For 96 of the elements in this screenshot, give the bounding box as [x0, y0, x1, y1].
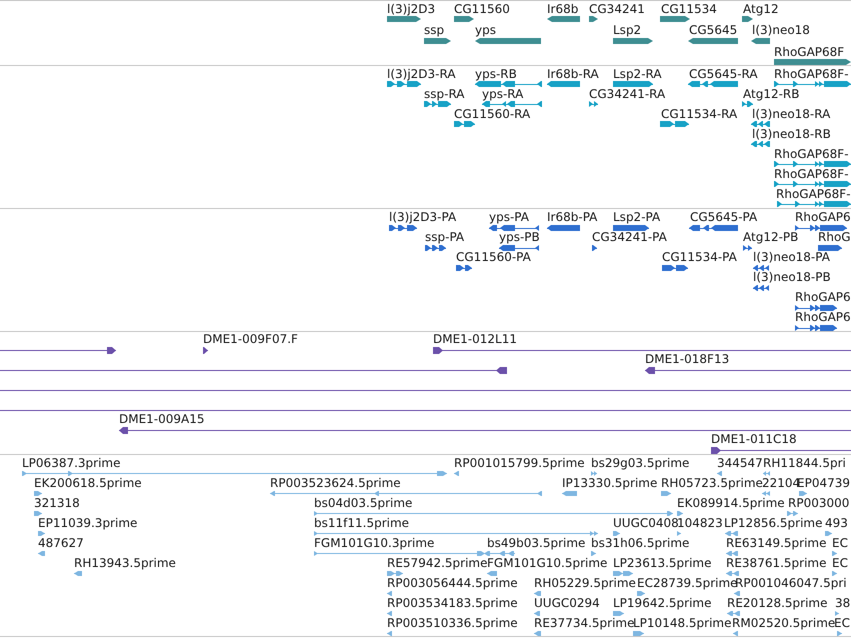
protein-label: l(3)neo18-PB [753, 270, 831, 284]
transcript-label: CG11534-RA [661, 106, 738, 121]
est-label: RP003534183.5prime [387, 596, 518, 610]
protein-label: yps-PB [499, 230, 540, 244]
est-label: EC [834, 616, 850, 630]
est-label: LP12856.5prime [724, 516, 823, 530]
est-label: IP13330.5prime [562, 476, 658, 490]
est-label: RH05229.5prime [534, 576, 636, 590]
est-label: 344547 [717, 456, 763, 470]
transcript-label: l(3)neo18-RB [752, 126, 831, 141]
transcript-label: Ir68b-RA [547, 66, 599, 81]
est-label: FGM101G10.3prime [314, 536, 434, 550]
clone-label: DME1-018F13 [645, 352, 730, 366]
protein-label: CG5645-PA [690, 210, 758, 224]
transcript-label: l(3)neo18-RA [752, 106, 830, 121]
transcript-label: yps-RA [482, 86, 524, 101]
est-label: bs11f11.5prime [314, 516, 410, 530]
protein-label: l(3)neo18-PA [753, 250, 830, 264]
est-label: RP001046047.5pri [735, 576, 847, 590]
protein-label: l(3)j2D3-PA [389, 210, 456, 224]
est-label: EC [832, 556, 848, 570]
est-label: FGM101G10.5prime [487, 556, 608, 570]
transcript-label: CG11560-RA [454, 106, 530, 121]
est-label: EC [832, 536, 848, 550]
protein-label: RhoGAP6 [795, 310, 851, 324]
est-label: RE37734.5prime [534, 616, 634, 630]
est-label: LP06387.3prime [22, 456, 121, 470]
est-label: RP001015799.5prime [454, 456, 585, 470]
clone-label: DME1-012L11 [433, 332, 517, 346]
gene-label: ssp [424, 23, 444, 37]
transcript-label: RhoGAP68F- [774, 66, 849, 81]
est-label: LP10148.5prime [633, 616, 732, 630]
protein-label: ssp-PA [425, 230, 464, 244]
gene-label: CG34241 [589, 2, 645, 16]
protein-label: Ir68b-PA [547, 210, 598, 224]
est-label: bs29g03.5prime [591, 456, 690, 470]
est-label: RH05723.5prime [661, 476, 763, 490]
transcript-label: RhoGAP68F- [774, 146, 849, 161]
est-label: 321318 [34, 496, 80, 510]
protein-label: Lsp2-PA [613, 210, 660, 224]
gene-label: yps [475, 23, 496, 37]
est-label: RE63149.5prime [726, 536, 826, 550]
est-label: LP19642.5prime [613, 596, 712, 610]
protein-label: yps-PA [489, 210, 529, 224]
gene-label: CG11534 [661, 2, 717, 16]
est-label: RP003056444.5prime [387, 576, 518, 590]
transcript-label: CG5645-RA [689, 66, 758, 81]
transcript-label: ssp-RA [424, 86, 465, 101]
gene-label: l(3)neo18 [752, 23, 810, 37]
gene-label: Lsp2 [613, 23, 642, 37]
transcript-label: RhoGAP68F- [774, 166, 849, 181]
gene-label: CG11560 [454, 2, 510, 16]
clone-label: DME1-009F07.F [203, 332, 298, 346]
transcript-label: l(3)j2D3-RA [387, 66, 456, 81]
est-label: 38 [835, 596, 850, 610]
est-label: RE57942.5prime [387, 556, 488, 570]
est-label: UUGC0294 [534, 596, 600, 610]
est-label: EC28739.5prime [637, 576, 738, 590]
protein-label: CG11560-PA [456, 250, 531, 264]
est-label: RE20128.5prime [727, 596, 828, 610]
clone-label: DME1-009A15 [119, 412, 205, 426]
est-label: RP003000 [788, 496, 850, 510]
est-label: 487627 [38, 536, 84, 550]
protein-label: CG34241-PA [592, 230, 667, 244]
gene-label: Ir68b [547, 2, 578, 16]
est-label: EK200618.5prime [34, 476, 142, 490]
transcript-label: Atg12-RB [743, 86, 800, 101]
est-label: 493 [825, 516, 848, 530]
est-label: EK089914.5prime [677, 496, 785, 510]
transcript-label: RhoGAP68F- [776, 186, 851, 201]
est-label: RM02520.5prime [732, 616, 836, 630]
est-label: bs31h06.5prime [591, 536, 690, 550]
gene-label: CG5645 [689, 23, 738, 37]
protein-label: CG11534-PA [662, 250, 737, 264]
protein-label: Atg12-PB [743, 230, 798, 244]
protein-label: RhoGAP6 [795, 210, 851, 224]
gene-label: RhoGAP68F [774, 44, 844, 58]
est-label: RH11844.5pri [763, 456, 846, 470]
clone-label: DME1-011C18 [711, 432, 797, 446]
est-label: RE38761.5prime [726, 556, 826, 570]
gene-label: l(3)j2D3 [387, 2, 436, 16]
est-label: LP23613.5prime [613, 556, 712, 570]
est-label: 104823 [677, 516, 723, 530]
transcript-label: CG34241-RA [589, 86, 666, 101]
est-label: RH13943.5prime [74, 556, 176, 570]
est-label: bs04d03.5prime [314, 496, 412, 510]
transcript-label: Lsp2-RA [613, 66, 662, 81]
est-label: EP11039.3prime [38, 516, 138, 530]
transcript-label: yps-RB [475, 66, 517, 81]
protein-label: RhoGAP6 [795, 290, 851, 304]
est-label: UUGC0408 [613, 516, 679, 530]
est-label: bs49b03.5prime [487, 536, 586, 550]
gene-label: Atg12 [743, 2, 779, 16]
protein-label: RhoG [818, 230, 851, 244]
est-label: RP003523624.5prime [270, 476, 401, 490]
est-label: RP003510336.5prime [387, 616, 518, 630]
